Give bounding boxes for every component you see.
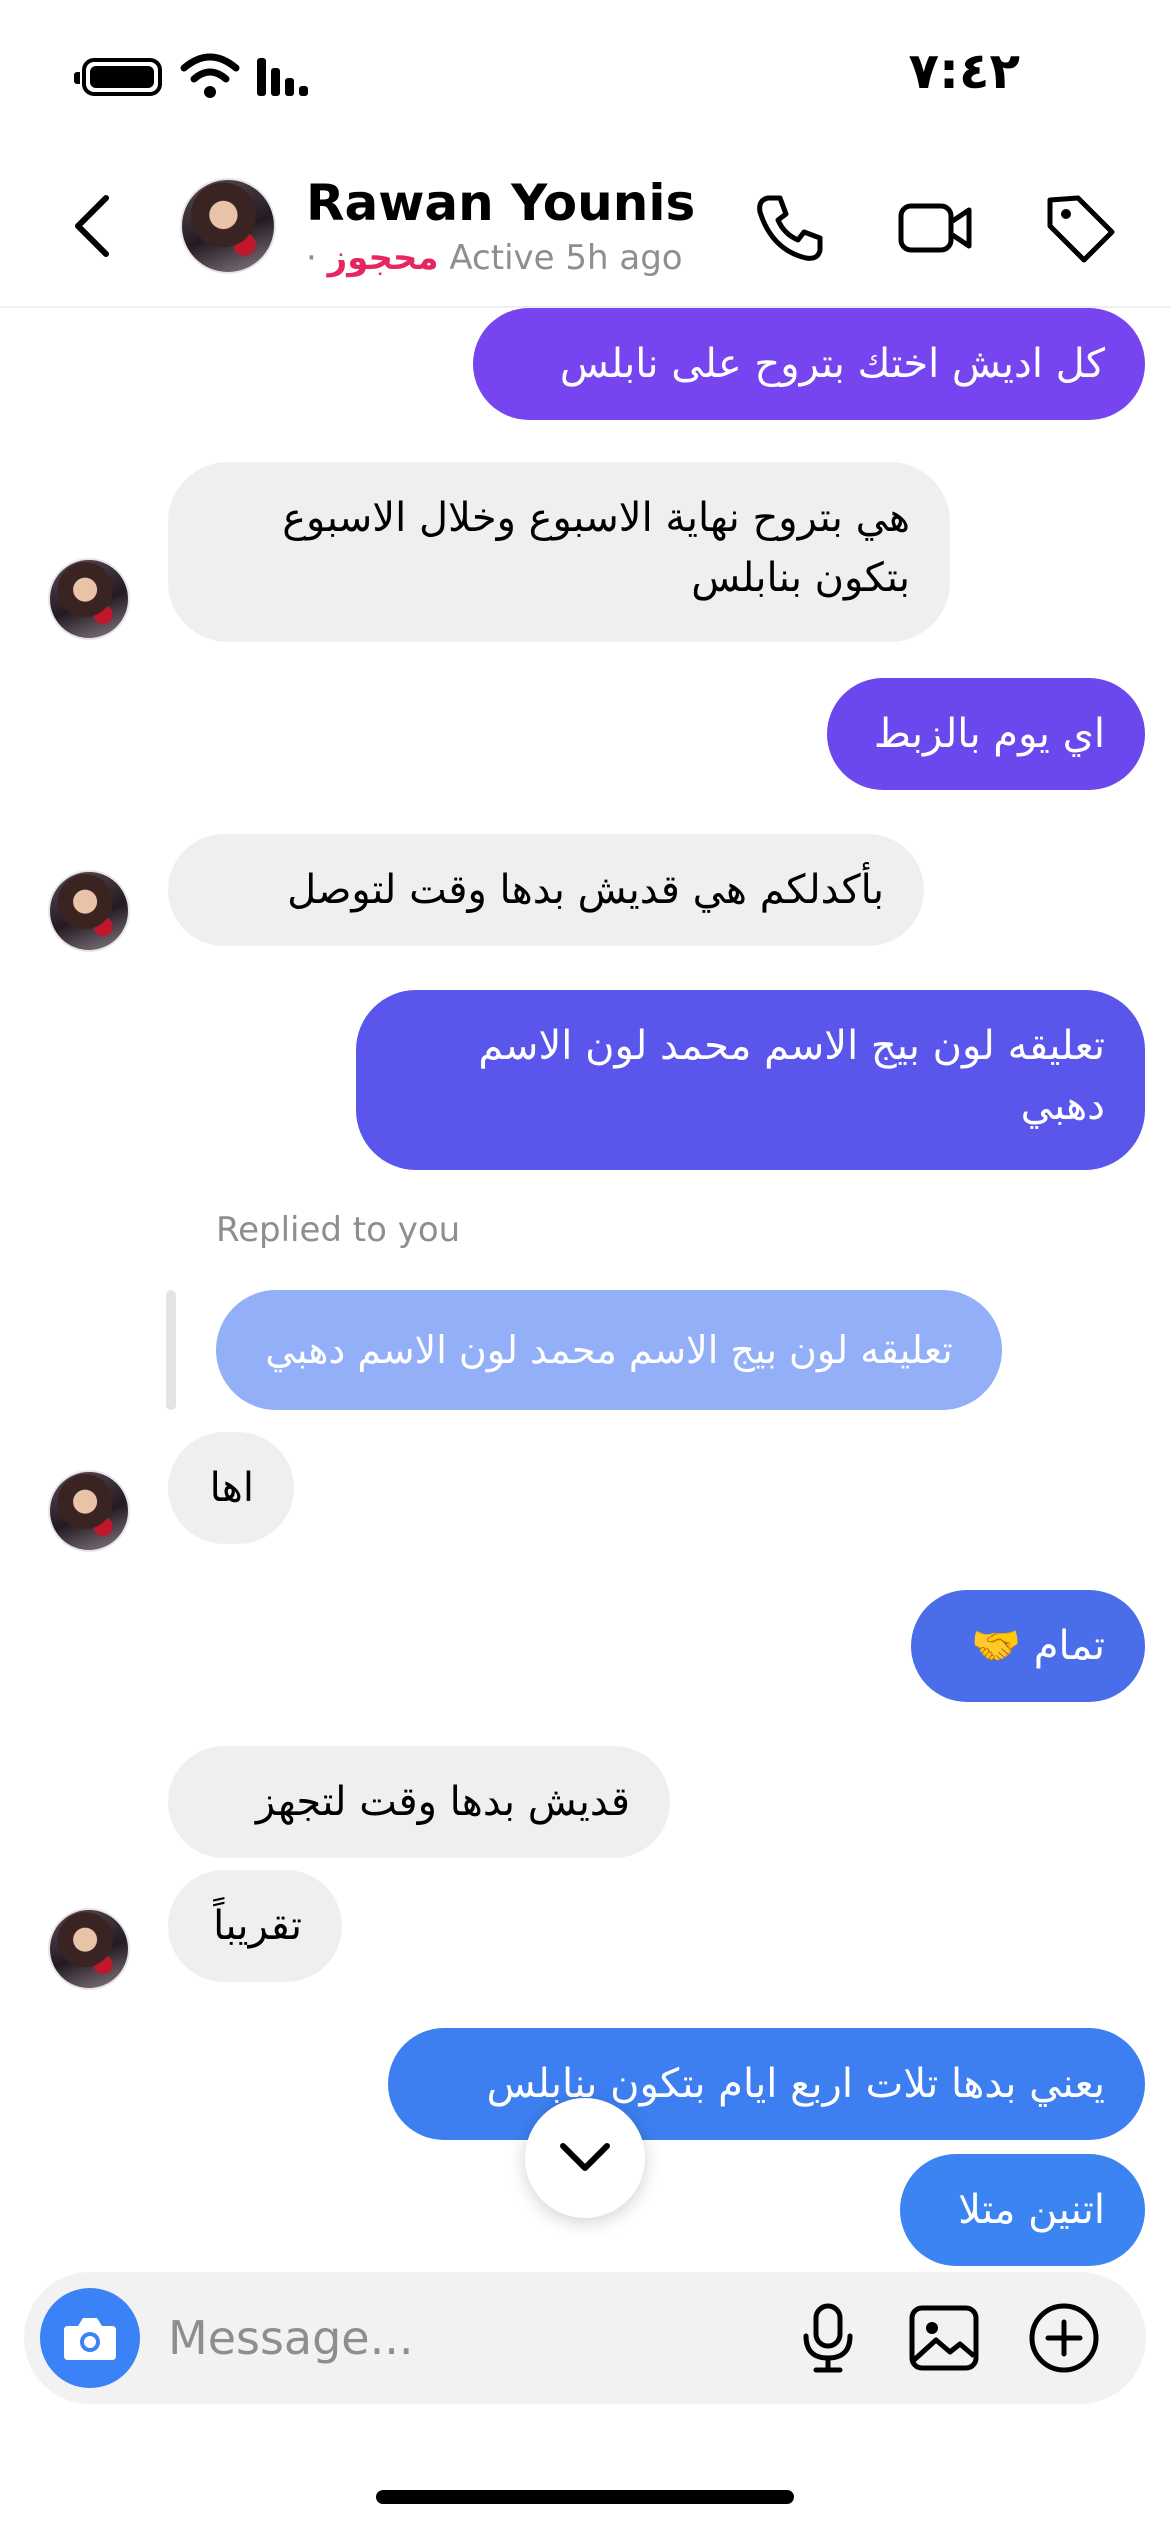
- contact-avatar-small[interactable]: [48, 1908, 130, 1990]
- reply-label: Replied to you: [216, 1210, 461, 1250]
- replied-message-preview[interactable]: تعليقه لون بيج الاسم محمد لون الاسم دهبي: [216, 1290, 1002, 1410]
- contact-avatar[interactable]: [180, 178, 276, 274]
- active-status: Active 5h ago: [449, 238, 683, 278]
- outgoing-message[interactable]: تعليقه لون بيج الاسم محمد لون الاسم دهبي: [356, 990, 1145, 1170]
- reply-quote-bar: [166, 1290, 176, 1410]
- incoming-message[interactable]: اها: [168, 1432, 294, 1544]
- outgoing-message[interactable]: اي يوم بالزبط: [827, 678, 1145, 790]
- chevron-down-icon: [560, 2143, 610, 2171]
- contact-avatar-small[interactable]: [48, 870, 130, 952]
- image-icon[interactable]: [906, 2300, 982, 2376]
- outgoing-message[interactable]: يعني بدها تلات اربع ايام بتكون بنابلس: [388, 2028, 1145, 2140]
- incoming-message[interactable]: بأكدلكم هي قديش بدها وقت لتوصل: [168, 834, 924, 946]
- message-input[interactable]: [168, 2302, 768, 2374]
- tag-icon[interactable]: [1040, 188, 1120, 268]
- status-tag: محجوز: [327, 238, 439, 278]
- wifi-icon: [180, 53, 240, 98]
- video-camera-icon[interactable]: [895, 188, 975, 268]
- home-indicator: [376, 2490, 794, 2504]
- outgoing-message[interactable]: اتنين متلا: [900, 2154, 1145, 2266]
- contact-avatar-small[interactable]: [48, 558, 130, 640]
- contact-name[interactable]: Rawan Younis: [306, 174, 695, 232]
- back-button[interactable]: [60, 186, 130, 266]
- incoming-message[interactable]: هي بتروح نهاية الاسبوع وخلال الاسبوع بتك…: [168, 462, 950, 642]
- outgoing-message[interactable]: تمام 🤝: [911, 1590, 1145, 1702]
- battery-icon: [74, 58, 162, 96]
- status-separator: ·: [306, 238, 317, 278]
- contact-status: · محجوز Active 5h ago: [306, 238, 683, 278]
- status-time: ٧:٤٢: [908, 42, 1020, 100]
- plus-circle-icon[interactable]: [1026, 2300, 1102, 2376]
- camera-button[interactable]: [40, 2288, 140, 2388]
- phone-icon[interactable]: [750, 188, 830, 268]
- signal-icon: [257, 58, 308, 96]
- scroll-to-bottom-button[interactable]: [525, 2098, 645, 2218]
- status-bar: ٧:٤٢: [0, 0, 1170, 150]
- incoming-message[interactable]: قديش بدها وقت لتجهز: [168, 1746, 670, 1858]
- outgoing-message[interactable]: كل اديش اختك بتروح على نابلس: [473, 308, 1145, 420]
- contact-avatar-small[interactable]: [48, 1470, 130, 1552]
- camera-icon: [64, 2318, 116, 2360]
- microphone-icon[interactable]: [790, 2300, 866, 2376]
- chat-header: Rawan Younis · محجوز Active 5h ago: [0, 150, 1170, 308]
- incoming-message[interactable]: تقريباً: [168, 1870, 342, 1982]
- message-composer: [24, 2272, 1146, 2404]
